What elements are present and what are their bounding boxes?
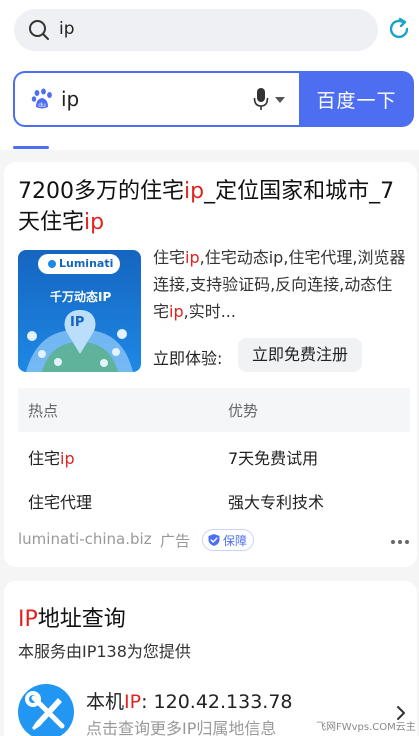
tab-indicator bbox=[13, 146, 49, 149]
chevron-down-icon[interactable] bbox=[275, 97, 285, 103]
column-header-hot: 热点 bbox=[28, 402, 59, 420]
address-text[interactable]: ip bbox=[59, 19, 75, 39]
thumbnail-badge: IP bbox=[70, 315, 85, 330]
table-cell-advantage[interactable]: 7天免费试用 bbox=[228, 445, 318, 469]
table-cell-hot[interactable]: 住宅ip bbox=[28, 445, 75, 469]
watermark: 飞网FWvps.COM云主机 bbox=[316, 722, 416, 733]
microphone-icon[interactable] bbox=[253, 87, 269, 111]
search-header: du ip 百度一下 bbox=[0, 58, 419, 150]
table-header: 热点 优势 bbox=[18, 388, 410, 432]
guarantee-label: 保障 bbox=[223, 533, 248, 548]
column-header-advantage: 优势 bbox=[228, 402, 259, 420]
ad-description: 住宅ip,住宅动态ip,住宅代理,浏览器连接,支持验证码,反向连接,动态住宅ip… bbox=[153, 248, 406, 321]
wrench-screwdriver-icon bbox=[25, 691, 65, 730]
ip-lookup-hint[interactable]: 点击查询更多IP归属地信息 bbox=[86, 715, 276, 736]
ip-result-subtitle: 本服务由IP138为您提供 bbox=[18, 642, 191, 661]
table-cell-advantage[interactable]: 强大专利技术 bbox=[228, 489, 324, 513]
search-input[interactable]: ip bbox=[61, 87, 79, 111]
ad-result-title[interactable]: 7200多万的住宅ip_定位国家和城市_7天住宅ip bbox=[18, 176, 406, 238]
local-ip-line: 本机IP: 120.42.133.78 bbox=[86, 691, 293, 713]
browser-toolbar: ip bbox=[0, 0, 419, 58]
ip-result-title[interactable]: IP地址查询 bbox=[18, 601, 126, 633]
address-bar[interactable]: ip bbox=[14, 9, 378, 51]
search-icon bbox=[29, 20, 49, 40]
ad-info-table: 热点 优势 住宅ip 7天免费试用 住宅代理 强大专利技术 bbox=[18, 388, 410, 520]
baidu-paw-icon: du bbox=[31, 88, 52, 109]
search-button[interactable]: 百度一下 bbox=[299, 71, 414, 127]
ip-result-card: IP地址查询 本服务由IP138为您提供 本机IP: 120.42.133.78… bbox=[4, 581, 417, 736]
more-options-icon[interactable] bbox=[391, 540, 409, 544]
guarantee-badge[interactable]: 保障 bbox=[202, 529, 255, 551]
tools-icon[interactable] bbox=[18, 684, 74, 736]
refresh-icon[interactable] bbox=[386, 16, 412, 42]
try-label: 立即体验: bbox=[153, 349, 223, 368]
shield-check-icon bbox=[208, 534, 220, 546]
source-url[interactable]: luminati-china.biz bbox=[18, 530, 152, 548]
table-cell-hot[interactable]: 住宅代理 bbox=[28, 489, 92, 513]
register-button[interactable]: 立即免费注册 bbox=[238, 338, 363, 372]
thumbnail-caption: 千万动态IP bbox=[50, 290, 112, 304]
search-box[interactable]: du ip bbox=[13, 71, 299, 127]
ad-label: 广告 bbox=[160, 532, 191, 550]
svg-text:du: du bbox=[38, 102, 46, 109]
ad-thumbnail[interactable]: Luminati 千万动态IP IP bbox=[18, 250, 141, 372]
ad-result-card: 7200多万的住宅ip_定位国家和城市_7天住宅ip Luminati 千万动态 bbox=[4, 162, 417, 567]
thumbnail-brand: Luminati bbox=[59, 257, 114, 270]
